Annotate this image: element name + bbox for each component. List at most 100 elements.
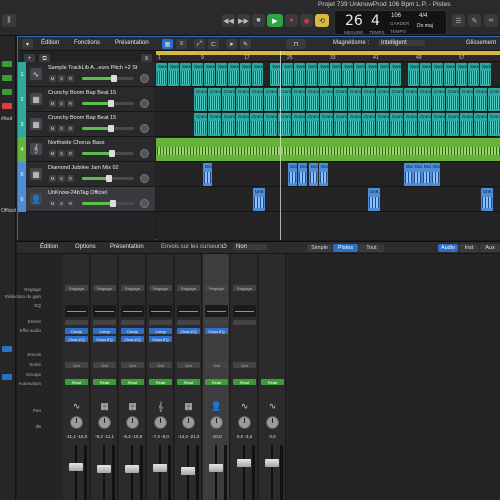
pan-knob[interactable]	[70, 416, 83, 429]
track-lane[interactable]: Crunc Crunc Crunc Crunc Crunc Crunc Crunc Crunc…	[156, 112, 500, 137]
audio-region[interactable]: Dia	[319, 163, 328, 186]
view-tab-pistes[interactable]: Pistes	[333, 244, 358, 252]
pan-knob[interactable]	[140, 149, 149, 158]
volume-knob[interactable]	[110, 200, 117, 207]
volume-fader-track[interactable]	[75, 445, 77, 500]
audio-region[interactable]: Sam	[432, 63, 443, 86]
audio-region[interactable]: Sam	[330, 63, 341, 86]
audio-region[interactable]: Crunc	[376, 88, 389, 111]
filter-tab-inst[interactable]: Inst	[459, 244, 479, 252]
audio-region[interactable]: Crunc	[292, 113, 305, 136]
audio-region[interactable]: Sam	[420, 63, 431, 86]
audio-region[interactable]: Crunc	[474, 88, 487, 111]
solo-button[interactable]: S	[58, 75, 65, 82]
notes-button[interactable]: ✎	[468, 14, 481, 27]
audio-region[interactable]: Crunc	[306, 88, 319, 111]
audio-region[interactable]: Sam	[228, 63, 239, 86]
audio-region[interactable]: Dia	[298, 163, 307, 186]
solo-button[interactable]: S	[58, 125, 65, 132]
eq-thumbnail[interactable]	[121, 305, 144, 317]
audio-region[interactable]	[156, 138, 500, 161]
record-enable-button[interactable]: R	[67, 200, 74, 207]
channel-strip[interactable]: Réglage Comp Chan EQ Out Read ▦ -9,3 -11,1	[91, 254, 118, 500]
audio-region[interactable]: Sam	[342, 63, 353, 86]
pan-knob[interactable]	[140, 124, 149, 133]
audio-effect-slot[interactable]: Comp	[65, 328, 88, 334]
audio-region[interactable]: Crunc	[250, 113, 263, 136]
pan-knob[interactable]	[210, 416, 223, 429]
audio-region[interactable]: Crunc	[432, 113, 445, 136]
audio-region[interactable]: Dia	[413, 163, 422, 186]
audio-region[interactable]: Dia	[203, 163, 212, 186]
audio-effect-slot[interactable]: Chan EQ	[121, 336, 144, 342]
volume-fader[interactable]	[97, 465, 111, 474]
audio-region[interactable]: Crunc	[334, 113, 347, 136]
automation-mode[interactable]: Read	[149, 379, 172, 385]
eq-thumbnail[interactable]	[65, 305, 88, 317]
audio-region[interactable]: Sam	[468, 63, 479, 86]
audio-region[interactable]: Dia	[288, 163, 297, 186]
automation-mode[interactable]: Read	[65, 379, 88, 385]
input-slot[interactable]	[121, 320, 144, 325]
setting-slot[interactable]: Réglage	[121, 285, 144, 291]
view-tab-tout[interactable]: Tout	[359, 244, 384, 252]
audio-region[interactable]: Crunc	[320, 88, 333, 111]
channel-strip[interactable]: Read ∿ 0,0	[259, 254, 286, 500]
volume-fader[interactable]	[209, 464, 223, 473]
audio-region[interactable]: Crunc	[250, 88, 263, 111]
track-header[interactable]: 5 ▦ Diamond Jubilee Jam Mix 02 M S R	[18, 162, 155, 187]
volume-slider[interactable]	[82, 175, 134, 182]
snap-button[interactable]: ⊓	[286, 39, 306, 49]
audio-region[interactable]: Sam	[306, 63, 317, 86]
channel-strip[interactable]: Réglage Comp Chan EQ Out Read ∿ -11,4 -16,0	[63, 254, 90, 500]
audio-effect-slot[interactable]: Chan EQ	[177, 328, 200, 334]
audio-region[interactable]: Sam	[282, 63, 293, 86]
pan-knob[interactable]	[266, 416, 279, 429]
input-slot[interactable]	[177, 320, 200, 325]
track-name[interactable]: Diamond Jubilee Jam Mix 02	[48, 165, 119, 171]
audio-region[interactable]: Sam	[294, 63, 305, 86]
automation-mode[interactable]: Read	[205, 379, 228, 385]
volume-fader[interactable]	[181, 466, 195, 475]
play-button[interactable]: ▶	[267, 14, 283, 27]
audio-region[interactable]: Crunc	[348, 113, 361, 136]
volume-fader[interactable]	[237, 459, 251, 468]
pan-knob[interactable]	[140, 199, 149, 208]
audio-effect-slot[interactable]: Comp	[93, 328, 116, 334]
automation-mode[interactable]: Read	[121, 379, 144, 385]
pan-knob[interactable]	[126, 416, 139, 429]
cycle-range[interactable]	[156, 51, 500, 55]
audio-region[interactable]: Crunc	[404, 113, 417, 136]
track-header[interactable]: 4 𝄞 Northside Chorus Bass M S R	[18, 137, 155, 162]
setting-slot[interactable]: Réglage	[233, 285, 256, 291]
audio-region[interactable]: Sam	[168, 63, 179, 86]
pan-knob[interactable]	[182, 416, 195, 429]
setting-slot[interactable]: Réglage	[93, 285, 116, 291]
lcd-display[interactable]: 26 4 MESURE TEMPS 106 GARDER TEMPO 4/4 D…	[334, 10, 447, 35]
audio-region[interactable]: Crunc	[488, 113, 500, 136]
input-slot[interactable]	[205, 320, 228, 325]
track-name[interactable]: UnKnow-24bTag Officiel	[48, 190, 107, 196]
audio-region[interactable]: Crunc	[208, 88, 221, 111]
input-slot[interactable]	[149, 320, 172, 325]
volume-slider[interactable]	[82, 150, 134, 157]
volume-fader[interactable]	[69, 463, 83, 472]
capture-record-button[interactable]: ◉	[300, 14, 313, 27]
audio-region[interactable]: Sam	[192, 63, 203, 86]
channel-strip[interactable]: Réglage Comp Chan EQ Out Read ▦ -9,3 -10,9	[119, 254, 146, 500]
pan-knob[interactable]	[140, 74, 149, 83]
solo-button[interactable]: S	[58, 100, 65, 107]
track-lane[interactable]: UnK UnK UnK	[156, 187, 500, 212]
volume-knob[interactable]	[107, 100, 114, 107]
audio-region[interactable]: Crunc	[236, 88, 249, 111]
track-lane[interactable]: Crunc Crunc Crunc Crunc Crunc Crunc Crunc Crunc…	[156, 87, 500, 112]
track-name[interactable]: Sample TrackLib A...eurs Pitch +2 St	[48, 65, 137, 71]
audio-region[interactable]: Crunc	[348, 88, 361, 111]
automation-mode[interactable]: Read	[233, 379, 256, 385]
output-slot[interactable]: Out	[177, 362, 200, 368]
track-lanes[interactable]: Sam Sam Sam Sam Sam Sam Sam Sam Sam Sam Sam Sam Sam S…	[156, 62, 500, 240]
mixer-menu-presentation[interactable]: Présentation	[110, 244, 144, 250]
audio-region[interactable]: Crunc	[264, 113, 277, 136]
audio-region[interactable]: Sam	[444, 63, 455, 86]
menu-presentation[interactable]: Présentation	[115, 40, 149, 46]
